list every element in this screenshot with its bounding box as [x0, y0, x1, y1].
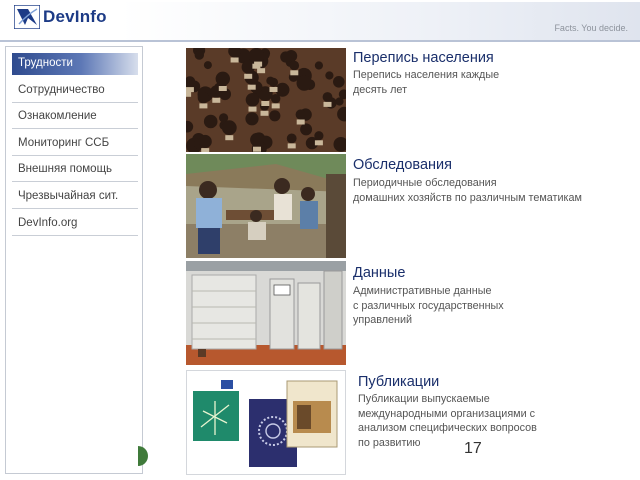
- publications-image: [193, 379, 338, 467]
- desc-line: десять лет: [353, 83, 408, 96]
- header-divider: [0, 40, 640, 42]
- sidebar-item-introduction[interactable]: Ознакомление: [12, 105, 138, 129]
- devinfo-logo[interactable]: DevInfo: [14, 5, 107, 29]
- section-census-title: Перепись населения: [353, 50, 494, 66]
- header-bar: DevInfo Facts. You decide.: [0, 0, 640, 42]
- section-data-desc: Административные данные с различных госу…: [353, 284, 504, 328]
- section-surveys-desc: Периодичные обследования домашних хозяйс…: [353, 176, 582, 205]
- survey-photo: [186, 154, 346, 258]
- desc-line: управлений: [353, 314, 413, 326]
- archive-image: [186, 261, 346, 365]
- desc-line: домашних хозяйств по различным тематикам: [353, 191, 582, 204]
- archive-photo: [186, 261, 346, 365]
- section-publications-desc: Публикации выпускаемые международными ор…: [358, 392, 537, 450]
- desc-line: международными организациями с: [358, 407, 536, 420]
- crowd-image: [186, 48, 346, 152]
- section-publications-title: Публикации: [358, 374, 440, 390]
- crowd-photo: [186, 48, 346, 152]
- decorative-tab: [138, 446, 148, 466]
- desc-line: Публикации выпускаемые: [358, 393, 490, 405]
- page-number: 17: [464, 440, 482, 457]
- sidebar-item-cooperation[interactable]: Сотрудничество: [12, 79, 138, 103]
- section-census-desc: Перепись населения каждые десять лет: [353, 68, 499, 97]
- sidebar-item-emergency[interactable]: Чрезвычайная сит.: [12, 185, 138, 209]
- devinfo-logo-icon: [14, 5, 40, 29]
- sidebar-item-external-aid[interactable]: Внешняя помощь: [12, 158, 138, 182]
- desc-line: Административные данные: [353, 285, 492, 297]
- tagline: Facts. You decide.: [554, 23, 628, 33]
- logo-text: DevInfo: [43, 7, 107, 26]
- desc-line: по развитию: [358, 436, 421, 449]
- survey-image: [186, 154, 346, 258]
- publications-photo: [186, 370, 346, 475]
- desc-line: Перепись населения каждые: [353, 69, 500, 81]
- sidebar-item-devinfo-org[interactable]: DevInfo.org: [12, 212, 138, 236]
- header-gradient: [120, 2, 640, 40]
- desc-line: с различных государственных: [353, 299, 504, 312]
- section-data-title: Данные: [353, 265, 406, 281]
- sidebar-nav: Трудности Сотрудничество Ознакомление Мо…: [5, 46, 143, 474]
- section-surveys-title: Обследования: [353, 157, 452, 173]
- sidebar-item-mdg-monitoring[interactable]: Мониторинг ССБ: [12, 132, 138, 156]
- desc-line: Периодичные обследования: [353, 177, 497, 189]
- sidebar-item-difficulties[interactable]: Трудности: [12, 53, 138, 75]
- desc-line: анализом специфических вопросов: [358, 422, 537, 434]
